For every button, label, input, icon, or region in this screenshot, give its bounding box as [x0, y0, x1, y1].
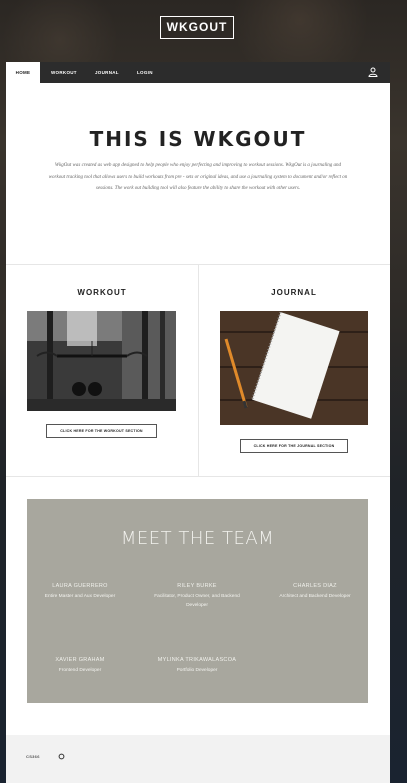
- member-role: Architect and Backend Developer: [279, 594, 351, 599]
- navbar: HOME WORKOUT JOURNAL LOGIN: [6, 62, 390, 83]
- member-role: Entire Master and Aux Developer: [44, 594, 116, 599]
- user-icon[interactable]: [368, 67, 378, 77]
- team-member: XAVIER GRAHAM Frontend Developer: [34, 657, 126, 675]
- nav-item-journal[interactable]: JOURNAL: [95, 62, 119, 83]
- team-member: LAURA GUERRERO Entire Master and Aux Dev…: [34, 583, 126, 601]
- footer: CS366: [6, 735, 390, 783]
- member-name: MYLINKA TRIKAWALASCOA: [157, 657, 237, 663]
- team-member: MYLINKA TRIKAWALASCOA Portfolio Develope…: [151, 657, 243, 675]
- member-name: RILEY BURKE: [177, 583, 217, 589]
- nav-item-home[interactable]: HOME: [6, 62, 40, 83]
- footer-text: CS366: [26, 754, 40, 759]
- nav-item-login[interactable]: LOGIN: [137, 62, 153, 83]
- workout-section-button[interactable]: CLICK HERE FOR THE WORKOUT SECTION: [46, 424, 157, 438]
- nav-item-workout[interactable]: WORKOUT: [51, 62, 77, 83]
- circle-icon[interactable]: [58, 753, 65, 760]
- team-member: CHARLES DIAZ Architect and Backend Devel…: [269, 583, 361, 601]
- member-role: Portfolio Developer: [176, 668, 218, 673]
- member-name: CHARLES DIAZ: [293, 583, 337, 589]
- intro-title: THIS IS WKGOUT: [89, 127, 307, 151]
- intro-text: WkgOut was created as web app designed t…: [48, 163, 348, 191]
- member-name: LAURA GUERRERO: [52, 583, 108, 589]
- main-panel: THIS IS WKGOUT WkgOut was created as web…: [6, 83, 390, 783]
- divider: [6, 476, 390, 477]
- journal-image[interactable]: [220, 311, 368, 425]
- workout-image[interactable]: [27, 311, 176, 411]
- member-name: XAVIER GRAHAM: [55, 657, 105, 663]
- team-title: MEET THE TEAM: [120, 528, 275, 549]
- team-member: RILEY BURKE Facilitator, Product Owner, …: [151, 583, 243, 610]
- journal-section-button[interactable]: CLICK HERE FOR THE JOURNAL SECTION: [240, 439, 348, 453]
- team-section: MEET THE TEAM LAURA GUERRERO Entire Mast…: [27, 499, 368, 703]
- workout-title: WORKOUT: [77, 288, 127, 297]
- member-role: Frontend Developer: [58, 668, 102, 673]
- brand-logo[interactable]: WKGOUT: [160, 16, 234, 39]
- journal-title: JOURNAL: [271, 288, 317, 297]
- member-role: Facilitator, Product Owner, and Backend …: [154, 594, 240, 608]
